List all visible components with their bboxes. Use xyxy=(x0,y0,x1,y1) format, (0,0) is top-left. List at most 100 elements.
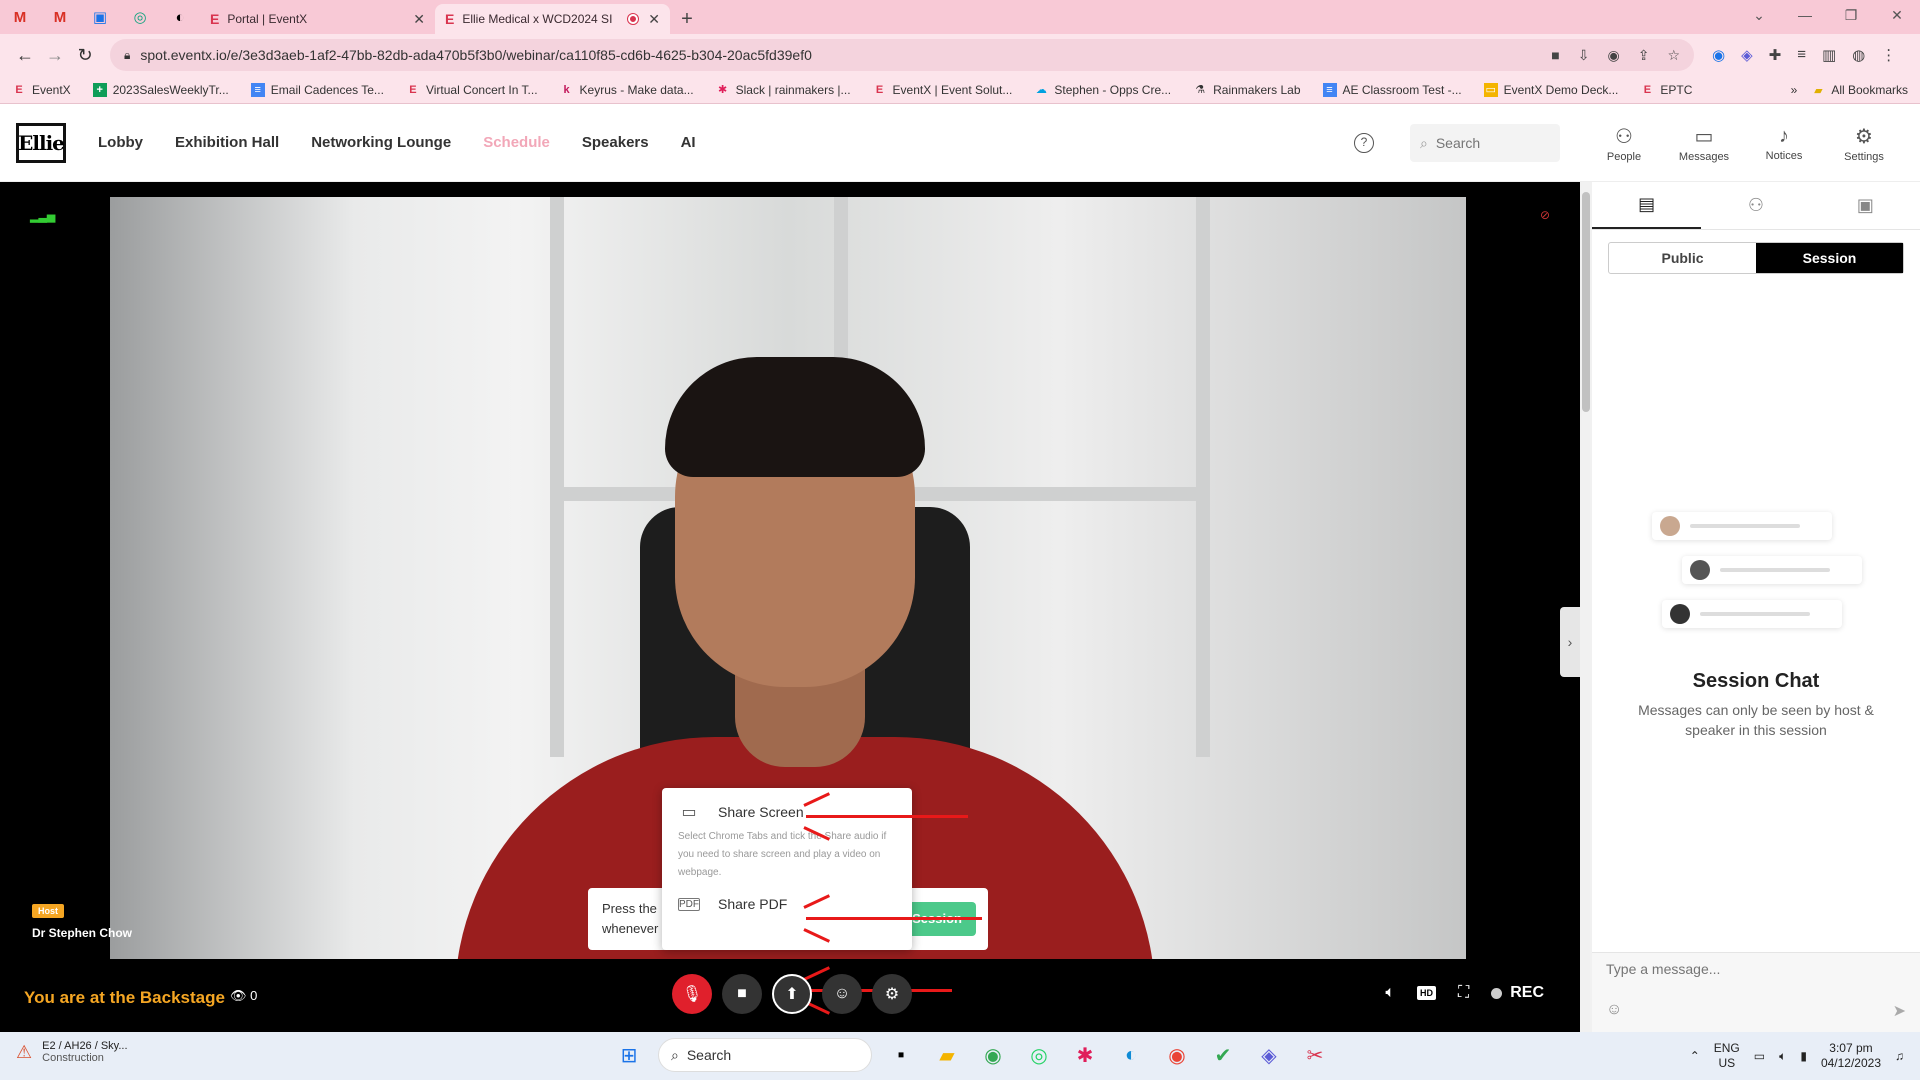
search-box[interactable]: ⌕ xyxy=(1410,124,1560,162)
profile-avatar[interactable]: ◍ xyxy=(1852,46,1865,64)
bookmark-eventx[interactable]: E EventX xyxy=(12,83,70,97)
weather-widget[interactable]: ⚠ E2 / AH26 / Sky... Construction xyxy=(16,1040,128,1064)
whatsapp-icon[interactable]: ◎ xyxy=(1022,1038,1056,1072)
mic-toggle-button[interactable]: 🎙︎ xyxy=(672,974,712,1014)
system-clock[interactable]: 3:07 pm 04/12/2023 xyxy=(1821,1041,1881,1071)
nav-speakers[interactable]: Speakers xyxy=(582,134,649,151)
bookmark-stephen-opps[interactable]: ☁ Stephen - Opps Cre... xyxy=(1034,83,1171,97)
bookmark-eventx-demo[interactable]: ▭ EventX Demo Deck... xyxy=(1483,82,1618,97)
calendar-pinned-tab[interactable]: ▣ xyxy=(80,0,120,34)
lock-icon[interactable]: 🔒︎ xyxy=(124,48,130,63)
session-tab[interactable]: Session xyxy=(1756,243,1903,273)
nav-ai[interactable]: AI xyxy=(681,134,696,151)
display-icon[interactable]: ▭ xyxy=(1754,1049,1765,1063)
reload-button[interactable]: ↻ xyxy=(70,45,100,66)
tab-attendees[interactable]: ⚇ xyxy=(1701,182,1810,229)
volume-icon[interactable]: 🔈︎ xyxy=(1385,984,1395,1002)
bookmark-keyrus[interactable]: k Keyrus - Make data... xyxy=(560,83,693,97)
side-panel-icon[interactable]: ▥ xyxy=(1822,46,1836,64)
record-button[interactable]: REC xyxy=(1491,984,1544,1002)
bookmark-email-cadences[interactable]: ≡ Email Cadences Te... xyxy=(250,82,384,97)
page-scrollbar[interactable] xyxy=(1580,182,1592,1032)
scrollbar-thumb[interactable] xyxy=(1582,192,1590,412)
vpn-icon[interactable]: ◈ xyxy=(1252,1038,1286,1072)
more-bookmarks-icon[interactable]: » xyxy=(1791,83,1798,97)
camera-icon[interactable]: ■ xyxy=(1551,47,1559,64)
share-pdf-option[interactable]: PDF Share PDF xyxy=(678,896,896,912)
chatgpt-pinned-tab[interactable]: ◎ xyxy=(120,0,160,34)
gmail-pinned-tab[interactable]: M xyxy=(0,0,40,34)
language-indicator[interactable]: ENG US xyxy=(1714,1041,1740,1071)
tab-search-icon[interactable]: ⌄ xyxy=(1736,0,1782,30)
panel-collapse-handle[interactable]: › xyxy=(1560,607,1580,677)
back-button[interactable]: ← xyxy=(10,45,40,66)
extension-shield-icon[interactable]: ◈ xyxy=(1741,46,1753,64)
notices-button[interactable]: ♪ Notices xyxy=(1744,125,1824,162)
fullscreen-icon[interactable]: ⛶ xyxy=(1458,984,1469,1002)
bookmark-sales-weekly[interactable]: +2023SalesWeeklyTr... xyxy=(92,82,229,97)
file-explorer-icon[interactable]: ▰ xyxy=(930,1038,964,1072)
snipping-tool-icon[interactable]: ✂ xyxy=(1298,1038,1332,1072)
bookmark-eptc[interactable]: E EPTC xyxy=(1640,83,1693,97)
edge-icon[interactable]: ◐ xyxy=(1114,1038,1148,1072)
close-icon[interactable]: ✕ xyxy=(413,11,425,28)
bookmark-ae-classroom[interactable]: ≡ AE Classroom Test -... xyxy=(1322,82,1462,97)
nav-exhibition-hall[interactable]: Exhibition Hall xyxy=(175,134,279,151)
notification-bell-icon[interactable]: ♫ xyxy=(1895,1049,1904,1063)
messages-button[interactable]: ▭ Messages xyxy=(1664,124,1744,163)
share-button[interactable]: ⬆ xyxy=(772,974,812,1014)
eye-icon[interactable]: ◉ xyxy=(1607,47,1619,64)
minimize-button[interactable]: — xyxy=(1782,0,1828,30)
public-tab[interactable]: Public xyxy=(1609,243,1756,273)
close-window-button[interactable]: ✕ xyxy=(1874,0,1920,30)
windows-start-icon[interactable]: ⊞ xyxy=(612,1038,646,1072)
todo-icon[interactable]: ✔ xyxy=(1206,1038,1240,1072)
settings-button[interactable]: ⚙ Settings xyxy=(1824,124,1904,163)
bookmark-rainmakers-lab[interactable]: ⚗ Rainmakers Lab xyxy=(1193,83,1300,97)
new-tab-button[interactable]: + xyxy=(670,4,704,34)
tab-ellie-medical[interactable]: E Ellie Medical x WCD2024 SI ✕ xyxy=(435,4,670,34)
bookmark-eventx-solutions[interactable]: E EventX | Event Solut... xyxy=(873,83,1013,97)
url-bar[interactable]: 🔒︎ spot.eventx.io/e/3e3d3aeb-1af2-47bb-8… xyxy=(110,39,1694,71)
ellie-logo[interactable]: Ellie xyxy=(16,122,66,163)
hd-quality-button[interactable]: HD xyxy=(1417,986,1437,1000)
tab-resources[interactable]: ▣ xyxy=(1811,182,1920,229)
chrome-profile-icon[interactable]: ◉ xyxy=(1160,1038,1194,1072)
slack-icon[interactable]: ✱ xyxy=(1068,1038,1102,1072)
restore-button[interactable]: ❐ xyxy=(1828,0,1874,30)
media-icon[interactable]: ≡ xyxy=(1797,46,1806,64)
share-screen-option[interactable]: ▭ Share Screen xyxy=(678,802,896,822)
nav-networking-lounge[interactable]: Networking Lounge xyxy=(311,134,451,151)
stage-settings-button[interactable]: ⚙ xyxy=(872,974,912,1014)
camera-toggle-button[interactable]: ■ xyxy=(722,974,762,1014)
gmail-pinned-tab-2[interactable]: M xyxy=(40,0,80,34)
bookmark-slack[interactable]: ✱ Slack | rainmakers |... xyxy=(716,83,851,97)
task-view-icon[interactable]: ▪ xyxy=(884,1038,918,1072)
chrome-icon[interactable]: ◉ xyxy=(976,1038,1010,1072)
help-icon[interactable]: ? xyxy=(1354,133,1374,153)
more-icon[interactable]: ⋮ xyxy=(1881,46,1896,64)
close-icon[interactable]: ✕ xyxy=(648,11,660,28)
bookmark-star-icon[interactable]: ☆ xyxy=(1667,47,1680,64)
people-button[interactable]: ⚇ People xyxy=(1584,124,1664,163)
speaker-icon[interactable]: 🔈︎ xyxy=(1779,1049,1786,1064)
tab-portal-eventx[interactable]: E Portal | EventX ✕ xyxy=(200,4,435,34)
globe-pinned-tab[interactable]: ◐ xyxy=(160,0,200,34)
forward-button[interactable]: → xyxy=(40,45,70,66)
reaction-button[interactable]: ☺ xyxy=(822,974,862,1014)
taskbar-search[interactable]: ⌕ Search xyxy=(658,1038,872,1072)
extension-c-icon[interactable]: ◉ xyxy=(1712,46,1725,64)
tab-chat[interactable]: ▤ xyxy=(1592,182,1702,229)
puzzle-icon[interactable]: ✚ xyxy=(1769,46,1782,64)
search-input[interactable] xyxy=(1435,135,1536,151)
nav-schedule[interactable]: Schedule xyxy=(483,134,550,151)
battery-icon[interactable]: ▮ xyxy=(1800,1049,1807,1063)
bookmark-virtual-concert[interactable]: E Virtual Concert In T... xyxy=(406,83,537,97)
nav-lobby[interactable]: Lobby xyxy=(98,134,143,151)
tray-chevron-icon[interactable]: ⌃ xyxy=(1690,1049,1700,1063)
message-input[interactable] xyxy=(1606,961,1906,977)
emoji-icon[interactable]: ☺ xyxy=(1606,1001,1622,1019)
share-icon[interactable]: ⇪ xyxy=(1638,47,1650,64)
send-icon[interactable]: ➤ xyxy=(1893,1001,1906,1021)
install-icon[interactable]: ⇩ xyxy=(1578,47,1590,64)
